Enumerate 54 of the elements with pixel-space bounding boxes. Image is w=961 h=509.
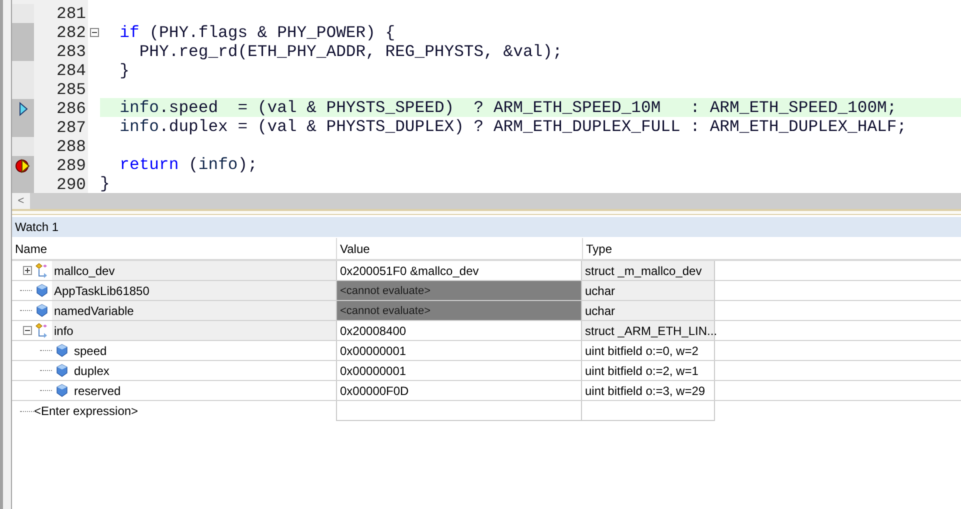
type-cell: uint bitfield o:=3, w=29 (582, 381, 715, 400)
column-header[interactable]: Type (582, 238, 715, 259)
line-number: 285 (55, 80, 87, 99)
variable-icon (56, 344, 68, 357)
line-number: 282 (55, 23, 87, 42)
variable-name[interactable]: speed (72, 341, 336, 360)
type-cell: struct _m_mallco_dev (582, 261, 715, 280)
horizontal-scrollbar[interactable]: < (12, 193, 961, 209)
code-line: if (PHY.flags & PHY_POWER) { (118, 22, 396, 42)
variable-name[interactable]: reserved (72, 381, 336, 400)
current-line-arrow-icon (18, 102, 28, 116)
value-cell[interactable]: <cannot evaluate> (336, 281, 582, 300)
expand-icon[interactable] (23, 266, 32, 275)
variable-icon (36, 284, 48, 297)
collapse-icon[interactable] (90, 28, 98, 37)
type-cell: uint bitfield o:=0, w=2 (582, 341, 715, 360)
variable-name[interactable]: info (52, 321, 336, 340)
line-number: 284 (55, 61, 87, 80)
code-line: return (info); (118, 155, 258, 174)
type-cell: uchar (582, 281, 715, 300)
variable-icon (56, 384, 68, 397)
value-cell[interactable]: <cannot evaluate> (336, 301, 582, 320)
scroll-left-button[interactable]: < (12, 193, 30, 209)
type-cell: struct _ARM_ETH_LIN... (582, 321, 715, 340)
line-number: 287 (55, 118, 87, 137)
variable-icon (36, 304, 48, 317)
line-number: 289 (55, 156, 87, 175)
variable-icon (56, 364, 68, 377)
code-line: } (100, 174, 110, 193)
code-line: info.duplex = (val & PHYSTS_DUPLEX) ? ARM_ETH_DUPLEX_FULL : ARM_ETH_DUPLEX_HALF; (118, 117, 907, 136)
column-header[interactable]: Value (336, 238, 582, 259)
line-number: 283 (55, 42, 87, 61)
line-number: 281 (55, 4, 87, 23)
line-number: 288 (55, 137, 87, 156)
variable-name[interactable]: namedVariable (52, 301, 336, 320)
line-number: 286 (55, 99, 87, 118)
line-number: 290 (55, 175, 87, 193)
variable-name[interactable]: duplex (72, 361, 336, 380)
variable-name[interactable]: mallco_dev (52, 261, 336, 280)
empty-value-cell[interactable] (336, 401, 582, 421)
value-cell[interactable]: 0x00000F0D (336, 381, 582, 400)
breakpoint-icon (15, 158, 31, 174)
code-line: info.speed = (val & PHYSTS_SPEED) ? ARM_ETH_SPEED_10M : ARM_ETH_SPEED_100M; (118, 98, 897, 118)
collapse-icon[interactable] (23, 326, 32, 335)
column-header[interactable]: Name (12, 238, 336, 259)
type-cell: uint bitfield o:=2, w=1 (582, 361, 715, 380)
code-line: PHY.reg_rd(ETH_PHY_ADDR, REG_PHYSTS, &val); (138, 42, 562, 61)
type-cell: uchar (582, 301, 715, 320)
enter-expression-field[interactable]: <Enter expression> (34, 401, 138, 421)
code-line: } (118, 60, 130, 80)
variable-name[interactable]: AppTaskLib61850 (52, 281, 336, 300)
panel-title: Watch 1 (12, 217, 961, 237)
value-cell[interactable]: 0x00000001 (336, 341, 582, 360)
value-cell[interactable]: 0x00000001 (336, 361, 582, 380)
